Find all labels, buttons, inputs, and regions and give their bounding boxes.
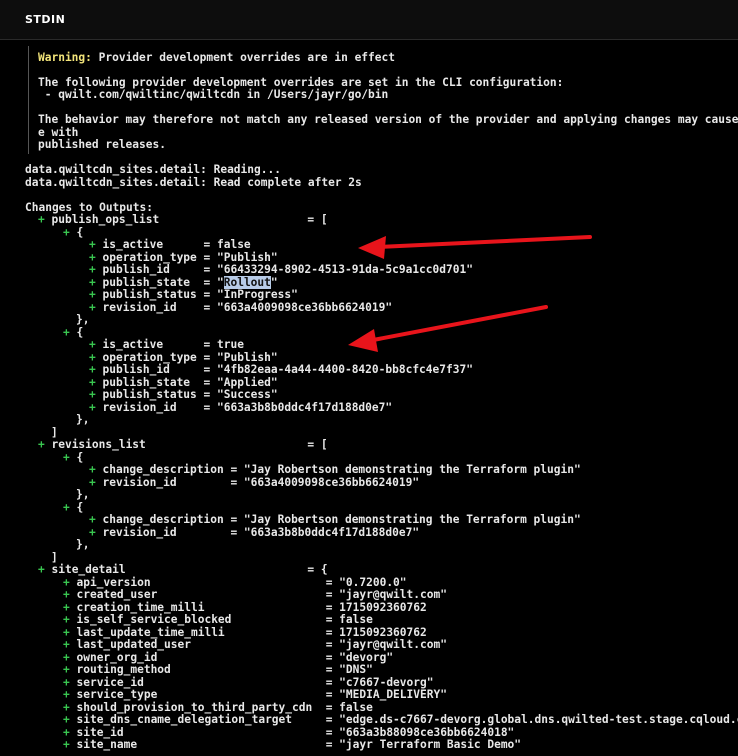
terminal-output: Warning: Provider development overrides … [0,40,738,756]
stdin-panel-header: STDIN [0,0,738,40]
arrow-to-ops1 [358,235,592,259]
arrow-to-ops2 [348,305,548,352]
panel-title: STDIN [25,13,66,26]
annotation-arrows [348,235,592,352]
